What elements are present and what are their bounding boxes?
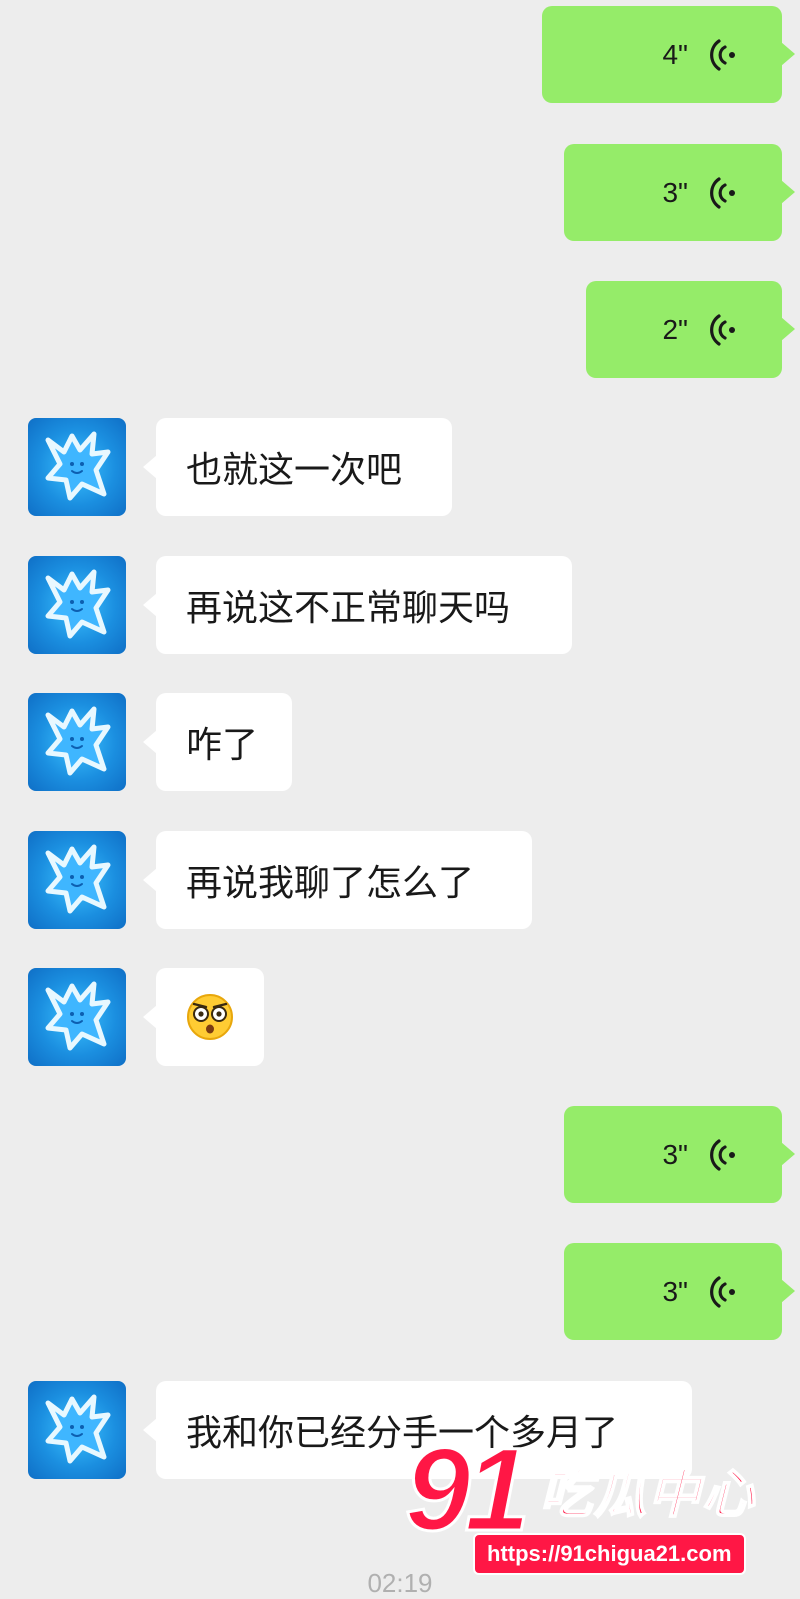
- avatar[interactable]: [28, 418, 126, 516]
- voice-message[interactable]: 4": [542, 6, 795, 103]
- watermark: 91 吃瓜中心 https://91chigua21.com: [403, 1423, 785, 1590]
- message-bubble[interactable]: 也就这一次吧: [143, 418, 452, 516]
- voice-message[interactable]: 3": [564, 144, 795, 241]
- voice-duration: 4": [662, 38, 688, 70]
- astonished-face-icon: [187, 994, 233, 1040]
- voice-duration: 2": [662, 313, 688, 345]
- star-avatar-icon: [28, 693, 126, 791]
- star-avatar-icon: [28, 1381, 126, 1479]
- message-bubble[interactable]: 咋了: [143, 693, 292, 791]
- watermark-title: 吃瓜中心: [539, 1464, 757, 1526]
- message-bubble[interactable]: [143, 968, 264, 1066]
- voice-duration: 3": [662, 1275, 688, 1307]
- voice-wave-icon: [710, 1275, 738, 1309]
- star-avatar-icon: [28, 831, 126, 929]
- avatar[interactable]: [28, 831, 126, 929]
- voice-wave-icon: [710, 1138, 738, 1172]
- star-avatar-icon: [28, 556, 126, 654]
- message-bubble[interactable]: 再说这不正常聊天吗: [143, 556, 572, 654]
- star-avatar-icon: [28, 968, 126, 1066]
- voice-duration: 3": [662, 1138, 688, 1170]
- voice-wave-icon: [710, 38, 738, 72]
- avatar[interactable]: [28, 968, 126, 1066]
- voice-duration: 3": [662, 176, 688, 208]
- message-bubble[interactable]: 再说我聊了怎么了: [143, 831, 532, 929]
- avatar[interactable]: [28, 693, 126, 791]
- voice-message[interactable]: 2": [586, 281, 795, 378]
- voice-wave-icon: [710, 176, 738, 210]
- voice-message[interactable]: 3": [564, 1243, 795, 1340]
- star-avatar-icon: [28, 418, 126, 516]
- watermark-url: https://91chigua21.com: [473, 1533, 746, 1575]
- avatar[interactable]: [28, 556, 126, 654]
- voice-wave-icon: [710, 313, 738, 347]
- voice-message[interactable]: 3": [564, 1106, 795, 1203]
- avatar[interactable]: [28, 1381, 126, 1479]
